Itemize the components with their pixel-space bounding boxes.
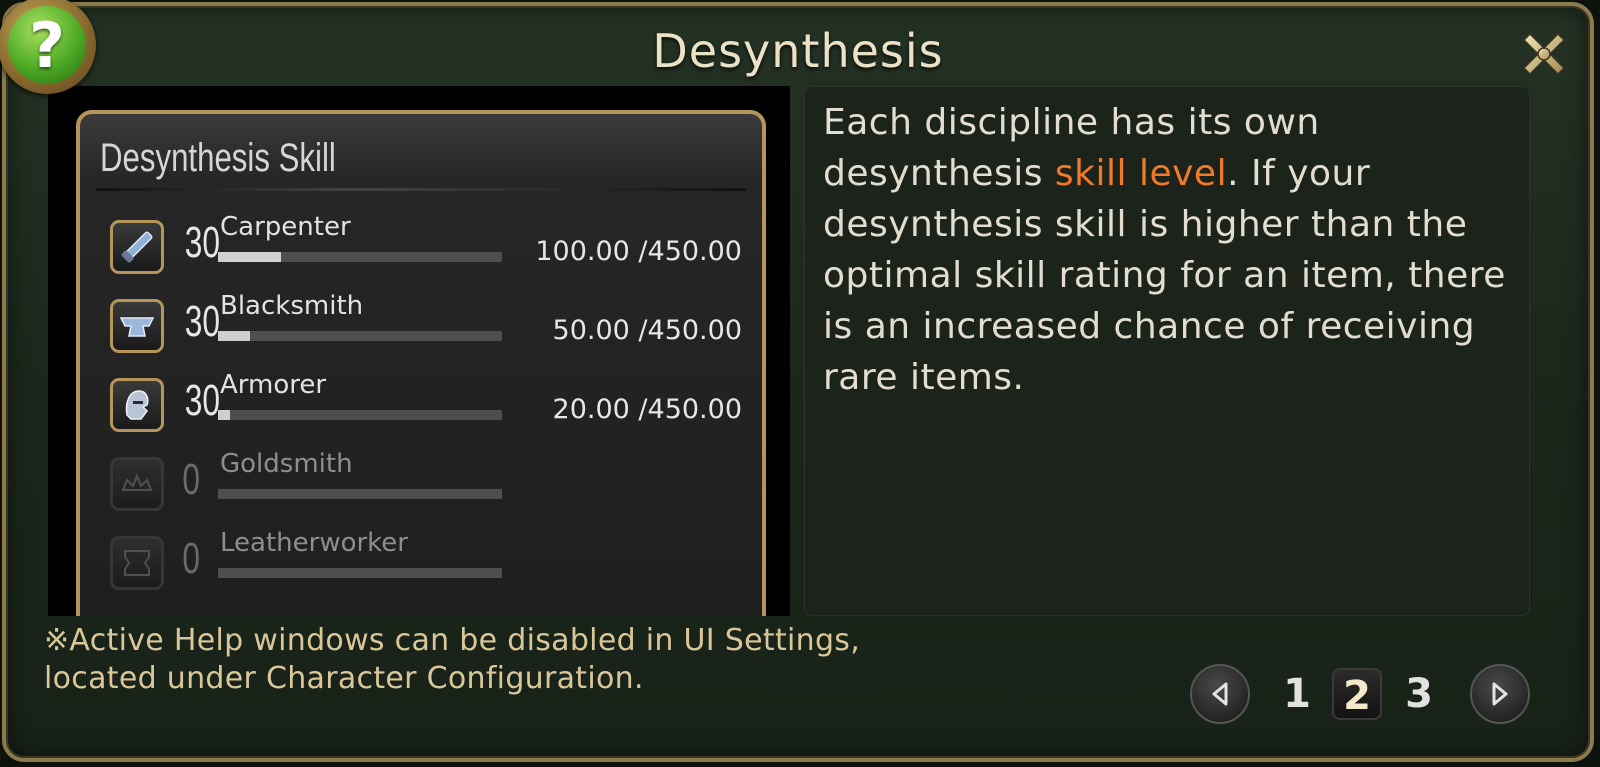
skill-row-leatherworker: 0 Leatherworker [80, 528, 762, 606]
skill-row-blacksmith: 30 Blacksmith 50.00 /450.00 [80, 291, 762, 369]
skill-name: Carpenter [220, 212, 351, 242]
saw-icon [110, 220, 164, 274]
window-title: Desynthesis [652, 24, 944, 78]
description-highlight: skill level [1054, 153, 1228, 194]
skill-progress-bar [218, 331, 502, 341]
skill-panel-header: Desynthesis Skill [100, 136, 336, 180]
skill-preview-image: Desynthesis Skill 30 Carpenter 100.00 /4… [48, 86, 790, 616]
skill-name: Blacksmith [220, 291, 364, 321]
skill-name: Goldsmith [220, 449, 353, 479]
skill-level: 0 [182, 534, 200, 583]
crossed-swords-close-icon [1522, 32, 1566, 76]
question-mark-icon: ? [0, 0, 96, 94]
skill-progress-bar [218, 489, 502, 499]
skill-name: Leatherworker [220, 528, 408, 558]
help-window: ? Desynthesis Desynthesis Skill 30 Carpe… [0, 0, 1594, 762]
triangle-left-icon [1212, 682, 1228, 706]
description-text: Each discipline has its own desynthesis … [823, 97, 1509, 403]
help-badge-glyph: ? [8, 6, 86, 84]
triangle-right-icon [1492, 682, 1508, 706]
description-panel: Each discipline has its own desynthesis … [804, 86, 1530, 616]
skill-exp: 100.00 /450.00 [535, 236, 742, 267]
helmet-icon [110, 378, 164, 432]
skill-progress-bar [218, 410, 502, 420]
page-2-button[interactable]: 2 [1332, 668, 1382, 720]
skill-row-goldsmith: 0 Goldsmith [80, 449, 762, 527]
header-divider [96, 188, 746, 191]
note-line-2: located under Character Configuration. [44, 661, 644, 696]
page-3-button[interactable]: 3 [1394, 668, 1444, 720]
desynthesis-skill-panel: Desynthesis Skill 30 Carpenter 100.00 /4… [76, 110, 766, 616]
note-line-1: ※Active Help windows can be disabled in … [44, 623, 861, 658]
skill-progress-bar [218, 252, 502, 262]
skill-level: 30 [184, 218, 220, 267]
previous-page-button[interactable] [1190, 664, 1250, 724]
skill-row-carpenter: 30 Carpenter 100.00 /450.00 [80, 212, 762, 290]
next-page-button[interactable] [1470, 664, 1530, 724]
skill-exp: 50.00 /450.00 [552, 315, 742, 346]
page-navigation: 1 2 3 [1190, 662, 1550, 726]
skill-exp: 20.00 /450.00 [552, 394, 742, 425]
anvil-icon [110, 299, 164, 353]
page-1-button[interactable]: 1 [1272, 668, 1322, 720]
skill-row-armorer: 30 Armorer 20.00 /450.00 [80, 370, 762, 448]
skill-name: Armorer [220, 370, 327, 400]
settings-note: ※Active Help windows can be disabled in … [44, 622, 860, 698]
skill-level: 30 [184, 297, 220, 346]
skill-level: 30 [184, 376, 220, 425]
skill-level: 0 [182, 455, 200, 504]
close-button[interactable] [1516, 26, 1572, 82]
skill-progress-bar [218, 568, 502, 578]
